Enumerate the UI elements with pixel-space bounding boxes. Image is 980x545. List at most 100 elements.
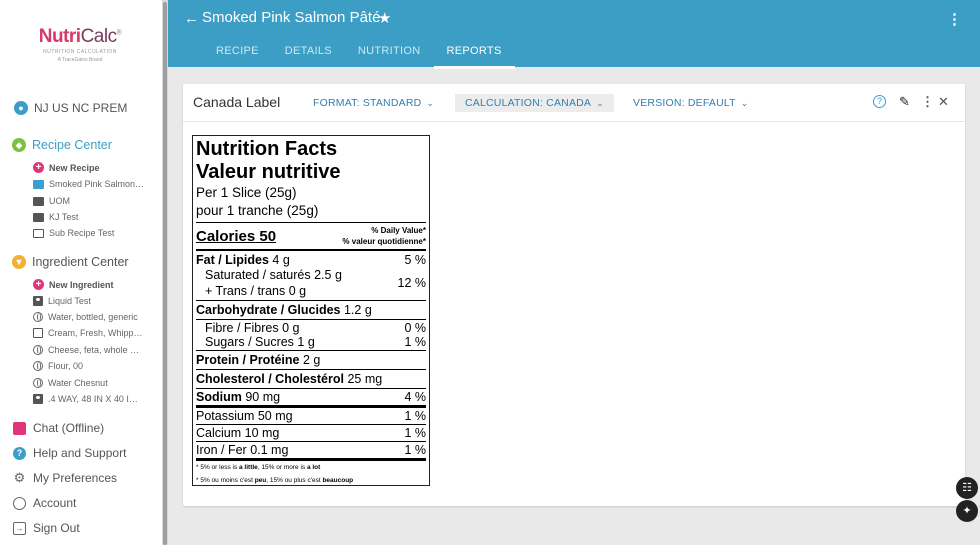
recipe-item-label: KJ Test bbox=[49, 212, 79, 222]
assistant-button[interactable]: ✦ bbox=[956, 500, 978, 522]
report-title: Canada Label bbox=[193, 94, 281, 110]
ingredient-item-label: Flour, 00 bbox=[48, 361, 84, 371]
tab-recipe[interactable]: RECIPE bbox=[203, 40, 272, 69]
sign-out-link[interactable]: → Sign Out bbox=[13, 521, 80, 535]
help-icon[interactable]: ? bbox=[873, 95, 886, 108]
recipe-item-label: Sub Recipe Test bbox=[49, 228, 115, 238]
tab-details[interactable]: DETAILS bbox=[272, 40, 345, 69]
calories-label: Calories bbox=[196, 227, 256, 245]
person-box-icon bbox=[33, 296, 43, 306]
plus-icon: + bbox=[33, 279, 44, 290]
potassium-amount: 50 mg bbox=[257, 409, 293, 423]
nutricalc-logo[interactable]: NutriCalc® NUTRITION CALCULATION A Trace… bbox=[20, 26, 140, 63]
label-title-en: Nutrition Facts bbox=[196, 138, 338, 160]
sat-trans-dv: 12 % bbox=[397, 276, 427, 290]
fat-amount: 4 g bbox=[272, 253, 290, 267]
chevron-down-icon: ⌄ bbox=[596, 98, 604, 108]
report-card: Canada Label FORMAT: STANDARD ⌄ CALCULATI… bbox=[183, 84, 965, 506]
logo-reg: ® bbox=[116, 29, 122, 37]
ingredient-item[interactable]: Water Chesnut bbox=[33, 378, 108, 388]
calcium-dv: 1 % bbox=[404, 426, 426, 440]
protein-row: Protein / Protéine 2 g bbox=[196, 353, 426, 367]
new-ingredient-link[interactable]: + New Ingredient bbox=[33, 279, 114, 290]
recipe-item-uom[interactable]: UOM bbox=[33, 196, 70, 206]
trans-name: + Trans / trans bbox=[205, 284, 286, 298]
sugars-dv: 1 % bbox=[404, 335, 426, 349]
iron-dv: 1 % bbox=[404, 443, 426, 457]
globe-icon bbox=[33, 361, 43, 371]
version-dropdown[interactable]: VERSION: DEFAULT ⌄ bbox=[623, 94, 759, 112]
scrollbar-thumb[interactable] bbox=[163, 2, 167, 545]
serving-size-fr: pour 1 tranche (25g) bbox=[196, 203, 319, 218]
account-selector[interactable]: ● NJ US NC PREM bbox=[14, 101, 127, 115]
new-recipe-link[interactable]: + New Recipe bbox=[33, 162, 100, 173]
logo-subtitle: NUTRITION CALCULATION bbox=[43, 49, 117, 55]
fibre-amount: 0 g bbox=[282, 321, 300, 335]
tab-nutrition[interactable]: NUTRITION bbox=[345, 40, 434, 69]
tab-reports[interactable]: REPORTS bbox=[433, 40, 515, 69]
close-icon[interactable]: ✕ bbox=[938, 94, 949, 110]
sugars-name: Sugars / Sucres bbox=[205, 335, 294, 349]
fibre-dv: 0 % bbox=[404, 321, 426, 335]
globe-icon bbox=[33, 312, 43, 322]
sidebar: NutriCalc® NUTRITION CALCULATION A Trace… bbox=[0, 0, 162, 545]
recipe-item-kj-test[interactable]: KJ Test bbox=[33, 212, 78, 222]
more-vert-icon[interactable]: ⋮ bbox=[921, 94, 934, 110]
sparkle-icon: ✦ bbox=[962, 505, 972, 517]
ingredient-item-label: Cream, Fresh, Whipp… bbox=[48, 328, 143, 338]
preferences-link[interactable]: ⚙ My Preferences bbox=[13, 470, 117, 485]
nutrition-facts-label: Nutrition Facts Valeur nutritive Per 1 S… bbox=[192, 135, 430, 486]
logo-brand: A TraceGains Brand bbox=[57, 57, 103, 63]
ingredient-item[interactable]: Cream, Fresh, Whipp… bbox=[33, 328, 143, 338]
calcium-amount: 10 mg bbox=[244, 426, 280, 440]
logo-text: Nutri bbox=[38, 26, 81, 47]
footnote-fr-bold: peu bbox=[254, 477, 267, 484]
sodium-row: Sodium 90 mg 4 % bbox=[196, 390, 426, 404]
calculation-dropdown-label: CALCULATION: CANADA bbox=[465, 97, 592, 109]
edit-pencil-icon[interactable]: ✎ bbox=[899, 94, 910, 110]
help-icon: ? bbox=[13, 446, 26, 460]
globe-icon bbox=[33, 378, 43, 388]
recipe-item-label: Smoked Pink Salmon… bbox=[49, 179, 145, 189]
sugars-amount: 1 g bbox=[297, 335, 315, 349]
footnote-en-bold: a lot bbox=[306, 464, 321, 471]
recipe-item-smoked-salmon[interactable]: Smoked Pink Salmon… bbox=[33, 179, 144, 189]
star-icon[interactable]: ★ bbox=[378, 9, 391, 27]
sodium-dv: 4 % bbox=[404, 390, 426, 404]
version-dropdown-label: VERSION: DEFAULT bbox=[633, 97, 736, 109]
ingredient-item[interactable]: Liquid Test bbox=[33, 296, 91, 306]
ingredient-item-label: .4 WAY, 48 IN X 40 I… bbox=[48, 394, 138, 404]
folder-blue-icon bbox=[33, 179, 44, 189]
ingredient-center-link[interactable]: ▼ Ingredient Center bbox=[12, 255, 129, 269]
sodium-amount: 90 mg bbox=[245, 390, 281, 404]
recipe-center-link[interactable]: ◆ Recipe Center bbox=[12, 138, 112, 152]
sidebar-scrollbar[interactable] bbox=[162, 0, 168, 545]
folder-icon bbox=[33, 196, 44, 206]
ingredient-item[interactable]: .4 WAY, 48 IN X 40 I… bbox=[33, 394, 138, 404]
ingredient-item[interactable]: Flour, 00 bbox=[33, 361, 83, 371]
footnote-en: * 5% or less is a little, 15% or more is… bbox=[196, 464, 321, 471]
sign-out-label: Sign Out bbox=[33, 521, 80, 535]
user-circle-icon: ● bbox=[14, 101, 28, 115]
calculation-dropdown[interactable]: CALCULATION: CANADA ⌄ bbox=[455, 94, 614, 112]
chat-link[interactable]: Chat (Offline) bbox=[13, 421, 104, 435]
recipe-tabs: RECIPE DETAILS NUTRITION REPORTS bbox=[203, 40, 515, 69]
recipe-item-sub-recipe-test[interactable]: Sub Recipe Test bbox=[33, 228, 114, 238]
potassium-name: Potassium bbox=[196, 409, 255, 423]
ingredient-item[interactable]: Water, bottled, generic bbox=[33, 312, 138, 322]
chevron-down-icon: ⌄ bbox=[740, 98, 749, 108]
cholesterol-row: Cholesterol / Cholestérol 25 mg bbox=[196, 372, 426, 386]
back-arrow-icon[interactable]: ← bbox=[184, 10, 199, 27]
account-icon bbox=[13, 496, 26, 510]
gear-icon: ⚙ bbox=[13, 470, 26, 485]
chevron-down-icon: ⌄ bbox=[426, 98, 435, 108]
format-dropdown[interactable]: FORMAT: STANDARD ⌄ bbox=[303, 94, 444, 112]
ingredient-item[interactable]: Cheese, feta, whole … bbox=[33, 345, 139, 355]
keyboard-shortcuts-button[interactable]: ☷ bbox=[956, 477, 978, 499]
help-link[interactable]: ? Help and Support bbox=[13, 446, 126, 460]
calories-value: 50 bbox=[259, 227, 277, 245]
plus-icon: + bbox=[33, 162, 44, 173]
dv-header-en: % Daily Value bbox=[371, 226, 423, 235]
more-vert-icon[interactable]: ⋮ bbox=[947, 10, 962, 28]
account-link[interactable]: Account bbox=[13, 496, 76, 510]
